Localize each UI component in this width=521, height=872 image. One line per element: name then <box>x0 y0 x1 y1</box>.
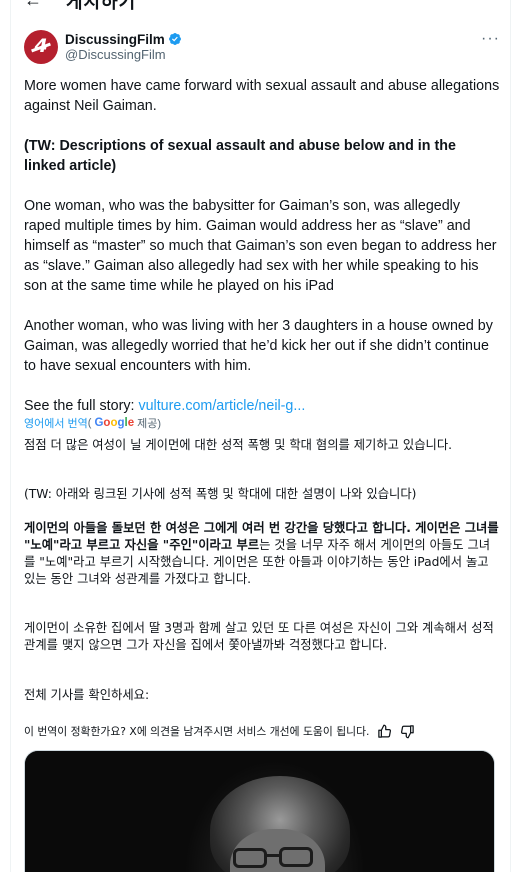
tweet-media-image[interactable] <box>24 750 495 872</box>
tweet-paragraph-1: More women have came forward with sexual… <box>24 78 500 114</box>
article-link[interactable]: vulture.com/article/neil-g... <box>138 398 305 414</box>
thumbs-up-icon[interactable] <box>377 724 392 739</box>
tweet-paragraph-2: (TW: Descriptions of sexual assault and … <box>24 138 456 174</box>
name-row: DiscussingFilm <box>65 30 182 48</box>
display-name[interactable]: DiscussingFilm <box>65 32 165 47</box>
translated-paragraph-5: 전체 기사를 확인하세요: <box>24 688 150 702</box>
translation-attribution: 영어에서 번역 ( Google 제공) <box>24 415 161 431</box>
full-story-label: See the full story: <box>24 398 139 414</box>
page-title: 게시하기 <box>66 0 137 12</box>
avatar[interactable]: 4 <box>24 30 58 64</box>
arrow-left-icon[interactable]: ← <box>24 0 42 11</box>
feedback-question: 이 번역이 정확한가요? X에 의견을 남겨주시면 서비스 개선에 도움이 됩니… <box>24 725 370 738</box>
tweet-paragraph-4: Another woman, who was living with her 3… <box>24 318 493 374</box>
tweet-header: 4 DiscussingFilm @DiscussingFilm ··· <box>24 30 500 66</box>
photo-glasses-left <box>233 848 267 868</box>
tweet-paragraph-3: One woman, who was the babysitter for Ga… <box>24 198 497 294</box>
translated-paragraph-3: 게이먼의 아들을 돌보던 한 여성은 그에게 여러 번 강간을 당했다고 합니다… <box>24 520 500 588</box>
translated-paragraph-4: 게이먼이 소유한 집에서 딸 3명과 함께 살고 있던 또 다른 여성은 자신이… <box>24 621 494 652</box>
translated-from-link[interactable]: 영어에서 번역 <box>24 415 88 431</box>
user-handle[interactable]: @DiscussingFilm <box>65 47 166 62</box>
verified-badge-icon <box>168 33 181 45</box>
more-dots-icon[interactable]: ··· <box>481 30 500 48</box>
photo-glasses-right <box>279 847 313 867</box>
photo-glasses-bridge <box>266 854 280 857</box>
tweet-paragraph-5: See the full story: vulture.com/article/… <box>24 396 500 416</box>
translated-paragraph-1: 점점 더 많은 여성이 닐 게이먼에 대한 성적 폭행 및 학대 혐의를 제기하… <box>24 438 453 452</box>
paren-open: ( <box>87 417 92 429</box>
top-bar: ← 게시하기 <box>0 0 521 12</box>
timeline-border-right <box>510 0 511 872</box>
timeline-border-left <box>10 0 11 872</box>
translation-feedback: 이 번역이 정확한가요? X에 의견을 남겨주시면 서비스 개선에 도움이 됩니… <box>24 722 500 740</box>
thumbs-down-icon[interactable] <box>400 724 415 739</box>
translated-paragraph-2: (TW: 아래와 링크된 기사에 성적 폭행 및 학대에 대한 설명이 나와 있… <box>24 487 417 501</box>
google-logo: Google <box>94 417 135 429</box>
provided-by-label: 제공) <box>137 418 162 430</box>
